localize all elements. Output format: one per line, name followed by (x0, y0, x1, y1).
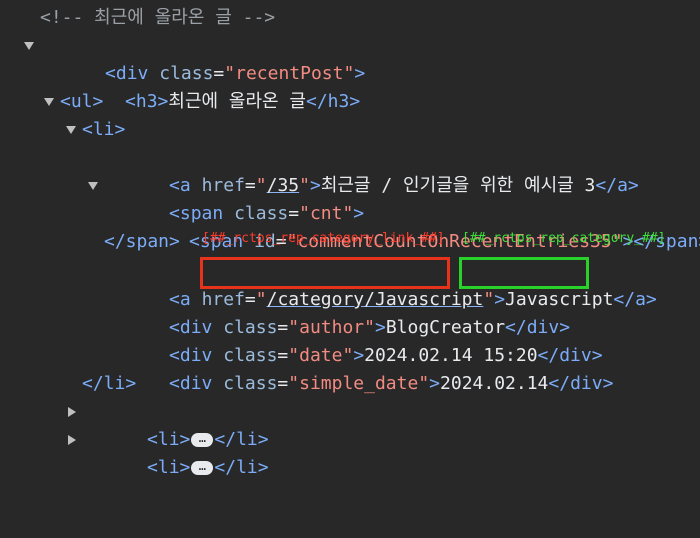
highlight-box-green (459, 257, 589, 289)
dom-node-div-recentpost[interactable]: <div class="recentPost"> (0, 32, 700, 84)
dom-node-ul[interactable]: <ul> (0, 88, 700, 116)
collapse-triangle-icon[interactable] (68, 407, 76, 417)
category-link-annotation: [##_rctps_rep_category_link_##] (202, 231, 445, 246)
ellipsis-icon[interactable]: … (191, 460, 214, 475)
expand-triangle-icon[interactable] (88, 182, 98, 190)
dom-node-h3[interactable]: <h3>최근에 올라온 글</h3> (0, 60, 700, 112)
dom-node-a-post[interactable]: <a href="/35">최근글 / 인기글을 위한 예시글 3</a> (0, 144, 700, 196)
dom-node-comment[interactable]: <!-- 최근에 올라온 글 --> (0, 4, 700, 32)
dom-node-li[interactable]: <li> (0, 116, 700, 144)
comment-text: <!-- 최근에 올라온 글 --> (40, 7, 276, 28)
dom-node-div-date[interactable]: <div class="date">2024.02.14 15:20</div> (0, 314, 700, 366)
dom-node-li-collapsed[interactable]: <li>… </li> (0, 426, 700, 478)
dom-node-li-close[interactable]: </li> (0, 370, 700, 398)
expand-triangle-icon[interactable] (66, 126, 76, 134)
dom-node-li-collapsed[interactable]: <li>… </li> (0, 398, 700, 450)
dom-node-span-cnt[interactable]: <span class="cnt"> (0, 172, 700, 224)
elements-panel: <!-- 최근에 올라온 글 --> <div class="recentPos… (0, 0, 700, 478)
expand-triangle-icon[interactable] (44, 98, 54, 106)
collapse-triangle-icon[interactable] (68, 435, 76, 445)
expand-triangle-icon[interactable] (24, 42, 34, 50)
category-annotation: [##_rctps_rep_category_##] (462, 231, 666, 246)
dom-node-span-comment-count[interactable]: <span id="commentCountOnRecentEntries35"… (0, 200, 700, 252)
dom-node-div-simple-date[interactable]: <div class="simple_date">2024.02.14</div… (0, 342, 700, 394)
highlight-box-red (200, 257, 450, 289)
dom-node-div-author[interactable]: <div class="author">BlogCreator</div> (0, 286, 700, 338)
